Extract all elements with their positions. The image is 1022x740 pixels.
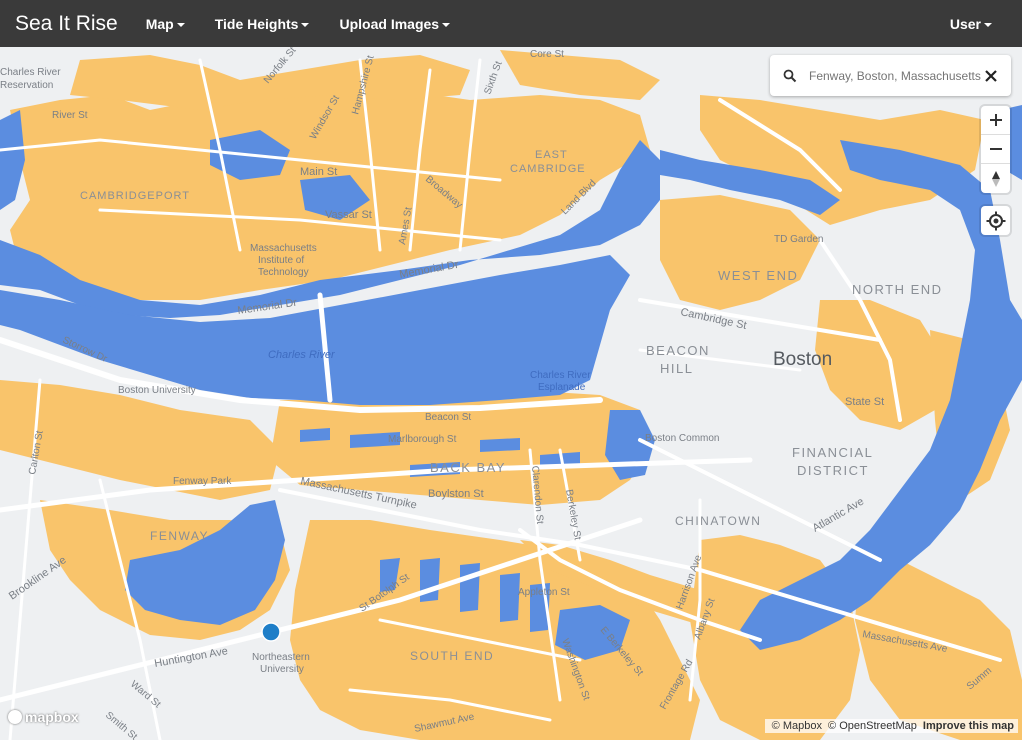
label-fenway: FENWAY: [150, 529, 209, 543]
label-mit-2: Institute of: [258, 255, 304, 266]
label-chinatown: CHINATOWN: [675, 514, 761, 528]
zoom-controls: [981, 106, 1010, 193]
zoom-out-button[interactable]: [981, 135, 1010, 164]
label-td-garden: TD Garden: [774, 234, 823, 245]
search-input[interactable]: [809, 68, 981, 83]
label-state-st: State St: [845, 396, 884, 408]
nav-map-menu[interactable]: Map: [146, 16, 185, 32]
compass-button[interactable]: [981, 164, 1010, 193]
brand-title[interactable]: Sea It Rise: [15, 12, 118, 36]
geolocate-button[interactable]: [981, 206, 1010, 235]
plus-icon: [989, 114, 1002, 126]
label-east: EAST: [535, 149, 568, 161]
label-boylston-st: Boylston St: [428, 488, 484, 500]
label-hill: HILL: [660, 361, 693, 376]
label-boston-university: Boston University: [118, 385, 196, 396]
nav-tide-heights-menu[interactable]: Tide Heights: [215, 16, 310, 32]
location-marker[interactable]: [261, 622, 281, 642]
geolocate-icon: [986, 211, 1005, 230]
improve-map-link[interactable]: Improve this map: [923, 720, 1014, 732]
label-mit-1: Massachusetts: [250, 243, 317, 254]
close-icon[interactable]: [983, 68, 999, 84]
label-boston: Boston: [773, 349, 832, 370]
label-marlborough-st: Marlborough St: [388, 434, 457, 445]
search-box: [770, 55, 1011, 96]
label-charles-river: Charles River: [268, 349, 336, 361]
label-river-st: River St: [52, 110, 88, 121]
minus-icon: [989, 148, 1002, 150]
label-appleton-st: Appleton St: [518, 587, 570, 598]
label-core-st: Core St: [530, 49, 564, 60]
label-esplanade-1: Charles River: [530, 370, 591, 381]
label-boston-common: Boston Common: [645, 433, 719, 444]
caret-down-icon: [301, 22, 310, 27]
nav-tide-heights-label: Tide Heights: [214, 15, 299, 32]
nav-user-label: User: [949, 15, 981, 32]
attribution-osm-link[interactable]: © OpenStreetMap: [828, 720, 917, 732]
label-beacon: BEACON: [646, 343, 710, 358]
search-icon: [783, 69, 797, 82]
label-district: DISTRICT: [797, 463, 869, 478]
label-esplanade-2: Esplanade: [538, 382, 586, 393]
caret-down-icon: [442, 22, 451, 27]
nav-upload-images-menu[interactable]: Upload Images: [339, 15, 451, 32]
label-mit-3: Technology: [258, 267, 309, 278]
caret-down-icon: [984, 22, 992, 27]
mapbox-logo-text: mapbox: [25, 709, 79, 725]
nav-user-menu[interactable]: User: [950, 16, 992, 32]
caret-down-icon: [176, 22, 185, 27]
label-north-end: NORTH END: [852, 282, 943, 297]
label-main-st: Main St: [300, 166, 337, 178]
label-cambridge: CAMBRIDGE: [510, 163, 586, 175]
label-charles-river-res-2: Reservation: [0, 80, 53, 91]
navbar: Sea It Rise Map Tide Heights Upload Imag…: [0, 0, 1022, 47]
label-vassar-st: Vassar St: [325, 209, 372, 221]
nav-map-label: Map: [145, 15, 174, 32]
nav-upload-images-label: Upload Images: [339, 15, 440, 32]
attribution: © Mapbox © OpenStreetMap Improve this ma…: [764, 719, 1018, 733]
mapbox-logo[interactable]: mapbox: [8, 709, 79, 725]
label-northeastern-1: Northeastern: [252, 652, 310, 663]
map-canvas[interactable]: Charles River Reservation River St CAMBR…: [0, 47, 1022, 740]
label-cambridgeport: CAMBRIDGEPORT: [80, 190, 190, 202]
mapbox-logo-icon: [8, 710, 22, 724]
label-west-end: WEST END: [718, 268, 798, 283]
zoom-in-button[interactable]: [981, 106, 1010, 135]
label-south-end: SOUTH END: [410, 649, 494, 663]
label-fenway-park: Fenway Park: [173, 476, 232, 487]
label-charles-river-res-1: Charles River: [0, 67, 61, 78]
map-svg[interactable]: Charles River Reservation River St CAMBR…: [0, 47, 1022, 740]
label-back-bay: BACK BAY: [430, 460, 506, 475]
label-beacon-st: Beacon St: [425, 412, 471, 423]
attribution-mapbox-link[interactable]: © Mapbox: [772, 720, 822, 732]
label-northeastern-2: University: [260, 664, 304, 675]
compass-icon: [991, 170, 1000, 187]
label-financial: FINANCIAL: [792, 445, 873, 460]
